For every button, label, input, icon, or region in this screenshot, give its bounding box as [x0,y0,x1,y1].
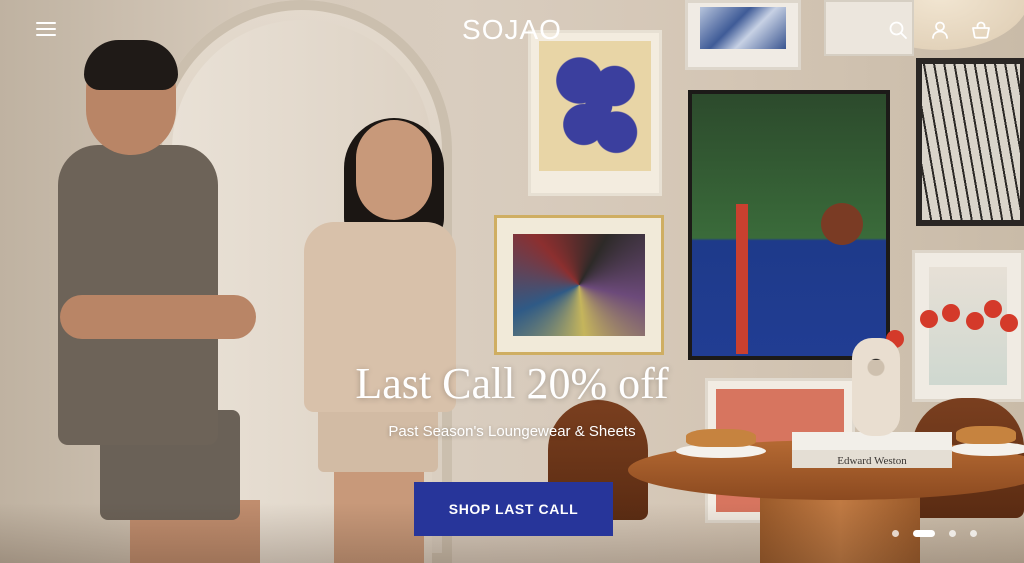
red-berry-branch [880,290,1020,360]
plate [950,442,1024,456]
man-model-arm [60,295,256,339]
shopping-basket-icon[interactable] [971,20,991,40]
artwork-frame [688,90,890,360]
woman-model-head [356,120,432,220]
account-icon[interactable] [930,20,950,40]
hero-background-image: Edward Weston [0,0,1024,563]
site-header: SOJAO [0,0,1024,60]
shop-last-call-button[interactable]: SHOP LAST CALL [414,482,613,536]
hero-subtitle: Past Season's Loungewear & Sheets [388,423,636,440]
slide-dot-1[interactable] [892,529,899,537]
artwork-frame [494,215,664,355]
hero-title: Last Call 20% off [355,359,669,408]
artwork-frame [916,58,1024,226]
slider-pagination [892,528,977,538]
slide-dot-3[interactable] [949,529,956,537]
search-icon[interactable] [888,20,908,40]
site-logo[interactable]: SOJAO [0,14,1024,46]
hero-content: Last Call 20% off Past Season's Loungewe… [0,358,1024,440]
slide-dot-4[interactable] [970,529,977,537]
book-spine-title: Edward Weston [837,455,907,467]
slide-dot-2-active[interactable] [913,529,935,537]
